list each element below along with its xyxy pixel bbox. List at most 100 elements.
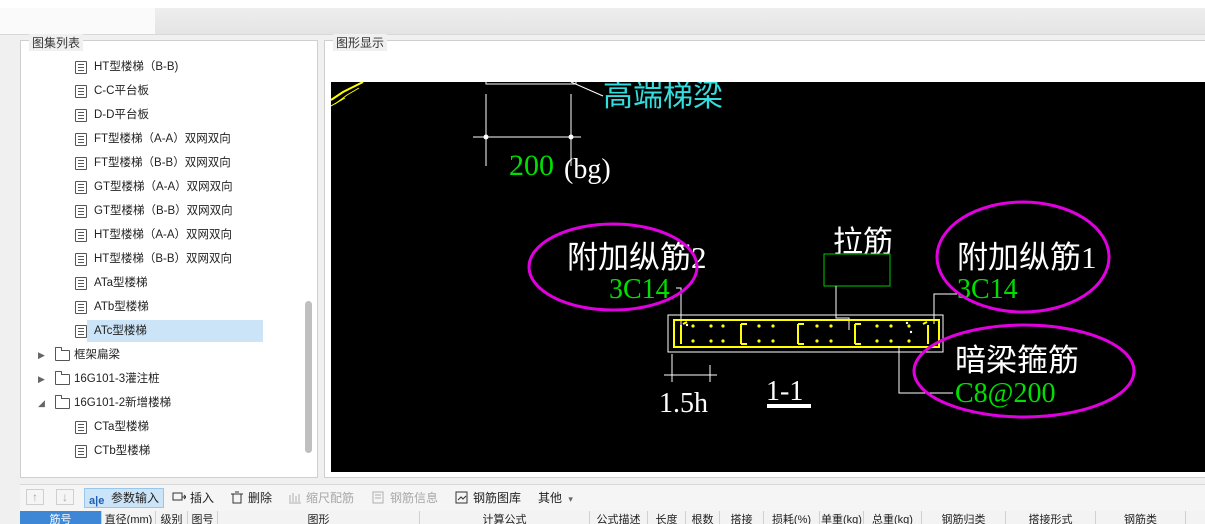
expand-right-icon[interactable]: ▶ <box>38 367 48 391</box>
folder-icon <box>55 395 70 409</box>
tree-file-item[interactable]: CTb型楼梯 <box>21 439 301 463</box>
drawing-canvas[interactable]: 高端梯梁 200 (bg) 拉筋 附加纵筋2 3C14 附加纵筋1 3C14 暗… <box>331 82 1205 472</box>
rebar-library-icon <box>455 491 469 504</box>
tree-item-label: FT型楼梯（B-B）双网双向 <box>94 157 231 169</box>
tree-item-label: ATc型楼梯 <box>94 325 147 337</box>
tree-item-label: GT型楼梯（B-B）双网双向 <box>94 205 233 217</box>
atlas-list-title: 图集列表 <box>29 34 84 51</box>
section-drawing: 高端梯梁 200 (bg) 拉筋 附加纵筋2 3C14 附加纵筋1 3C14 暗… <box>331 82 1136 419</box>
column-header[interactable]: 长度 <box>648 511 686 524</box>
document-icon <box>75 133 87 146</box>
rebar-dots <box>691 324 911 343</box>
atlas-tree-scrollbar[interactable] <box>304 51 313 471</box>
tree-item-label: 16G101-3灌注桩 <box>74 373 160 385</box>
beam-outline-corner <box>331 82 364 101</box>
column-header[interactable]: 筋号 <box>20 511 102 524</box>
scrollbar-thumb[interactable] <box>305 301 312 453</box>
tree-file-item[interactable]: CTa型楼梯 <box>21 415 301 439</box>
tree-item-label: D-D平台板 <box>94 109 149 121</box>
tree-file-item[interactable]: ATc型楼梯 <box>21 319 301 343</box>
tie-bar-hook <box>922 321 929 344</box>
tree-file-item[interactable]: C-C平台板 <box>21 79 301 103</box>
column-header[interactable]: 图号 <box>188 511 218 524</box>
column-header[interactable]: 公式描述 <box>590 511 648 524</box>
tree-item-label: C-C平台板 <box>94 85 149 97</box>
tree-item-label: HT型楼梯（A-A）双网双向 <box>94 229 232 241</box>
param-input-label: 参数输入 <box>111 491 160 505</box>
param-input-button[interactable]: a|e 参数输入 <box>84 488 165 508</box>
tree-folder-item[interactable]: ▶ 16G101-3灌注桩 <box>21 367 301 391</box>
column-header[interactable]: 直径(mm) <box>102 511 156 524</box>
tie-bar-hook <box>740 323 747 345</box>
tree-file-item[interactable]: HT型楼梯（B-B) <box>21 55 301 79</box>
leader-line <box>570 82 604 97</box>
folder-icon <box>55 347 70 361</box>
delete-button[interactable]: 删除 <box>230 489 272 507</box>
tree-file-item[interactable]: GT型楼梯（B-B）双网双向 <box>21 199 301 223</box>
document-icon <box>75 301 87 314</box>
tree-item-label: ATa型楼梯 <box>94 277 148 289</box>
tree-file-item[interactable]: HT型楼梯（A-A）双网双向 <box>21 223 301 247</box>
rebar-info-button[interactable]: 钢筋信息 <box>372 489 438 507</box>
tie-bar-leader <box>835 286 850 330</box>
tree-item-label: CTa型楼梯 <box>94 421 149 433</box>
column-header[interactable]: 搭接形式 <box>1006 511 1096 524</box>
tree-item-label: 16G101-2新增楼梯 <box>74 397 172 409</box>
column-header[interactable]: 计算公式 <box>420 511 590 524</box>
atlas-list-panel: 图集列表 HT型楼梯（B-B) C-C平台板 D-D平台板 FT型楼梯（A-A）双网双… <box>20 34 318 478</box>
expand-down-icon[interactable]: ◢ <box>38 391 48 415</box>
section-label-underline <box>767 404 811 408</box>
tie-bar-hook <box>797 323 804 345</box>
expand-right-icon[interactable]: ▶ <box>38 343 48 367</box>
param-input-icon: a|e <box>89 495 105 507</box>
extra-long-bar-2-value: 3C14 <box>609 274 670 305</box>
tree-file-item[interactable]: HT型楼梯（B-B）双网双向 <box>21 247 301 271</box>
tree-file-item[interactable]: ATb型楼梯 <box>21 295 301 319</box>
tree-item-label: HT型楼梯（B-B）双网双向 <box>94 253 232 265</box>
document-icon <box>75 205 87 218</box>
tree-file-item[interactable]: FT型楼梯（A-A）双网双向 <box>21 127 301 151</box>
stirrup-leader <box>898 346 953 394</box>
scale-rebar-label: 缩尺配筋 <box>306 491 355 505</box>
other-menu-button[interactable]: 其他 ▾ <box>538 489 573 507</box>
column-header[interactable]: 单重(kg) <box>820 511 864 524</box>
tree-folder-item[interactable]: ◢ 16G101-2新增楼梯 <box>21 391 301 415</box>
insert-label: 插入 <box>190 491 215 505</box>
other-label: 其他 <box>538 491 563 505</box>
column-header[interactable]: 损耗(%) <box>764 511 820 524</box>
dimension-tick <box>483 134 489 140</box>
document-icon <box>75 421 87 434</box>
tree-file-item[interactable]: ATa型楼梯 <box>21 271 301 295</box>
folder-icon <box>55 371 70 385</box>
document-icon <box>75 253 87 266</box>
scale-rebar-button[interactable]: 缩尺配筋 <box>288 489 354 507</box>
column-header[interactable]: 根数 <box>686 511 720 524</box>
column-header[interactable]: 钢筋类 <box>1096 511 1186 524</box>
hidden-beam-stirrup-value: C8@200 <box>955 378 1055 409</box>
tree-file-item[interactable]: D-D平台板 <box>21 103 301 127</box>
column-header[interactable]: 钢筋归类 <box>922 511 1006 524</box>
tree-folder-item[interactable]: ▶ 框架扁梁 <box>21 343 301 367</box>
document-icon <box>75 181 87 194</box>
insert-button[interactable]: 插入 <box>172 489 214 507</box>
graphic-display-title: 图形显示 <box>333 34 388 51</box>
section-label: 1-1 <box>766 376 803 407</box>
tab-bar-right-area <box>155 8 1205 34</box>
atlas-tree: HT型楼梯（B-B) C-C平台板 D-D平台板 FT型楼梯（A-A）双网双向 FT型楼… <box>21 51 301 475</box>
beam-frame-top <box>485 82 577 85</box>
document-icon <box>75 61 87 74</box>
column-header[interactable]: 搭接 <box>720 511 764 524</box>
tree-item-label: GT型楼梯（A-A）双网双向 <box>94 181 233 193</box>
move-up-button[interactable]: ↑ <box>26 489 44 505</box>
column-header[interactable]: 总重(kg) <box>864 511 922 524</box>
tree-file-item[interactable]: GT型楼梯（A-A）双网双向 <box>21 175 301 199</box>
dimension-200-text: 200 <box>509 149 554 182</box>
rebar-library-button[interactable]: 钢筋图库 <box>455 489 521 507</box>
rebar-library-label: 钢筋图库 <box>473 491 522 505</box>
move-down-button[interactable]: ↓ <box>56 489 74 505</box>
tree-file-item[interactable]: FT型楼梯（B-B）双网双向 <box>21 151 301 175</box>
insert-icon <box>172 491 187 504</box>
column-header[interactable]: 图形 <box>218 511 420 524</box>
document-icon <box>75 109 87 122</box>
column-header[interactable]: 级别 <box>156 511 188 524</box>
